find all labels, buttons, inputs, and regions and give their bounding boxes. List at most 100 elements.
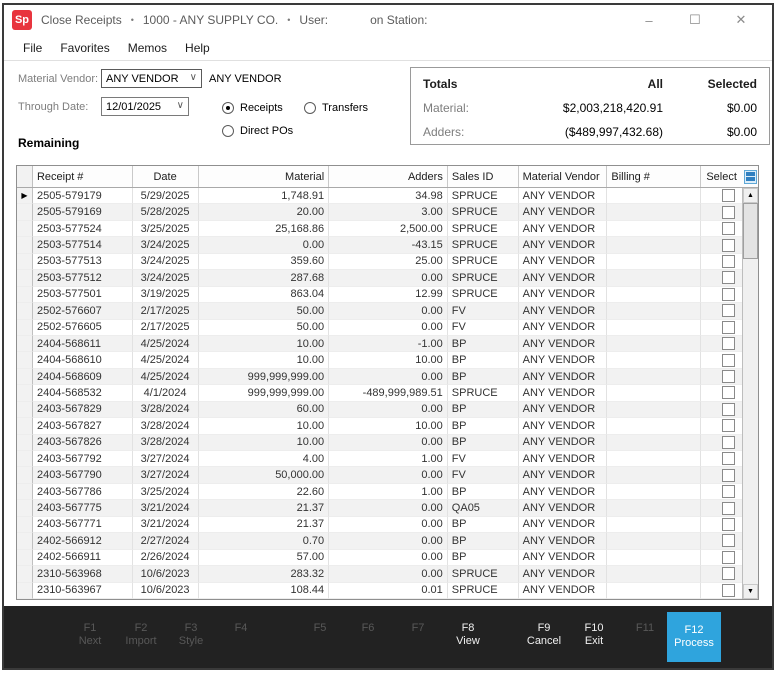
- select-checkbox[interactable]: [722, 320, 736, 334]
- cell-material[interactable]: 10.00: [198, 434, 330, 451]
- grid-header-billing[interactable]: Billing #: [607, 166, 702, 187]
- cell-material[interactable]: 108.44: [198, 582, 330, 599]
- cell-material-vendor[interactable]: ANY VENDOR: [518, 467, 608, 484]
- cell-receipt[interactable]: 2310-563968: [32, 566, 133, 583]
- cell-adders[interactable]: 0.00: [329, 516, 448, 534]
- row-selector-cell[interactable]: [17, 286, 33, 304]
- cell-material-vendor[interactable]: ANY VENDOR: [518, 220, 608, 238]
- select-checkbox[interactable]: [722, 550, 736, 564]
- row-selector-cell[interactable]: [17, 237, 33, 254]
- grid-options-button[interactable]: [742, 166, 758, 187]
- cell-receipt[interactable]: 2403-567827: [32, 418, 133, 435]
- radio-receipts[interactable]: Receipts: [222, 102, 283, 114]
- menu-memos[interactable]: Memos: [119, 37, 176, 59]
- cell-billing[interactable]: [607, 483, 702, 501]
- cell-receipt[interactable]: 2403-567771: [32, 516, 133, 534]
- table-row[interactable]: 2403-567771 3/21/2024 21.37 0.00 BP ANY …: [17, 516, 742, 534]
- table-row[interactable]: 2403-567827 3/28/2024 10.00 10.00 BP ANY…: [17, 418, 742, 435]
- cell-sales-id[interactable]: SPRUCE: [447, 220, 519, 238]
- cell-date[interactable]: 2/26/2024: [132, 549, 199, 567]
- table-row[interactable]: 2403-567775 3/21/2024 21.37 0.00 QA05 AN…: [17, 500, 742, 517]
- cell-material-vendor[interactable]: ANY VENDOR: [518, 335, 608, 353]
- cell-receipt[interactable]: 2503-577513: [32, 253, 133, 271]
- table-row[interactable]: 2505-579169 5/28/2025 20.00 3.00 SPRUCE …: [17, 204, 742, 221]
- cell-material[interactable]: 21.37: [198, 516, 330, 534]
- fkey-f8-view[interactable]: F8 View: [441, 622, 495, 648]
- scroll-up-icon[interactable]: ▲: [743, 188, 758, 203]
- cell-billing[interactable]: [607, 549, 702, 567]
- cell-receipt[interactable]: 2502-576607: [32, 303, 133, 320]
- grid-header-material[interactable]: Material: [199, 166, 330, 187]
- cell-sales-id[interactable]: SPRUCE: [447, 385, 519, 402]
- select-checkbox[interactable]: [722, 583, 736, 597]
- row-selector-cell[interactable]: [17, 319, 33, 336]
- cell-material-vendor[interactable]: ANY VENDOR: [518, 204, 608, 221]
- select-checkbox[interactable]: [722, 534, 736, 548]
- cell-receipt[interactable]: 2403-567826: [32, 434, 133, 451]
- cell-adders[interactable]: 10.00: [329, 418, 448, 435]
- cell-adders[interactable]: 0.00: [329, 566, 448, 583]
- cell-billing[interactable]: [607, 533, 702, 550]
- row-selector-cell[interactable]: [17, 582, 33, 599]
- grid-header-select[interactable]: Select: [701, 166, 742, 187]
- grid-vertical-scrollbar[interactable]: ▲ ▼: [742, 188, 758, 599]
- cell-adders[interactable]: 0.00: [329, 270, 448, 287]
- cell-billing[interactable]: [607, 467, 702, 484]
- cell-date[interactable]: 2/27/2024: [132, 533, 199, 550]
- maximize-icon[interactable]: ☐: [672, 12, 718, 28]
- cell-material[interactable]: 50.00: [198, 303, 330, 320]
- cell-adders[interactable]: 0.00: [329, 500, 448, 517]
- cell-billing[interactable]: [607, 368, 702, 386]
- cell-date[interactable]: 3/27/2024: [132, 451, 199, 468]
- cell-date[interactable]: 4/1/2024: [132, 385, 199, 402]
- row-selector-cell[interactable]: [17, 352, 33, 369]
- cell-material-vendor[interactable]: ANY VENDOR: [518, 188, 608, 205]
- cell-receipt[interactable]: 2505-579169: [32, 204, 133, 221]
- cell-material[interactable]: 0.70: [198, 533, 330, 550]
- cell-material-vendor[interactable]: ANY VENDOR: [518, 270, 608, 287]
- cell-date[interactable]: 5/28/2025: [132, 204, 199, 221]
- cell-adders[interactable]: 10.00: [329, 352, 448, 369]
- cell-sales-id[interactable]: SPRUCE: [447, 270, 519, 287]
- cell-sales-id[interactable]: SPRUCE: [447, 204, 519, 221]
- cell-material-vendor[interactable]: ANY VENDOR: [518, 483, 608, 501]
- cell-date[interactable]: 3/19/2025: [132, 286, 199, 304]
- cell-material[interactable]: 22.60: [198, 483, 330, 501]
- cell-date[interactable]: 10/6/2023: [132, 566, 199, 583]
- row-selector-cell[interactable]: [17, 270, 33, 287]
- cell-receipt[interactable]: 2503-577512: [32, 270, 133, 287]
- cell-adders[interactable]: 0.01: [329, 582, 448, 599]
- cell-sales-id[interactable]: FV: [447, 451, 519, 468]
- cell-material[interactable]: 20.00: [198, 204, 330, 221]
- cell-material[interactable]: 283.32: [198, 566, 330, 583]
- row-selector-cell[interactable]: [17, 434, 33, 451]
- table-row[interactable]: 2404-568610 4/25/2024 10.00 10.00 BP ANY…: [17, 352, 742, 369]
- cell-adders[interactable]: 1.00: [329, 483, 448, 501]
- row-selector-cell[interactable]: [17, 566, 33, 583]
- row-selector-cell[interactable]: [17, 516, 33, 534]
- cell-date[interactable]: 3/28/2024: [132, 434, 199, 451]
- cell-billing[interactable]: [607, 401, 702, 419]
- cell-material-vendor[interactable]: ANY VENDOR: [518, 237, 608, 254]
- grid-header-receipt[interactable]: Receipt #: [33, 166, 133, 187]
- cell-material-vendor[interactable]: ANY VENDOR: [518, 253, 608, 271]
- cell-billing[interactable]: [607, 335, 702, 353]
- cell-material-vendor[interactable]: ANY VENDOR: [518, 286, 608, 304]
- scrollbar-thumb[interactable]: [743, 203, 758, 259]
- table-row[interactable]: 2503-577513 3/24/2025 359.60 25.00 SPRUC…: [17, 253, 742, 271]
- cell-material[interactable]: 10.00: [198, 418, 330, 435]
- table-row[interactable]: 2404-568609 4/25/2024 999,999,999.00 0.0…: [17, 368, 742, 386]
- select-checkbox[interactable]: [722, 304, 736, 318]
- cell-material-vendor[interactable]: ANY VENDOR: [518, 500, 608, 517]
- cell-adders[interactable]: 34.98: [329, 188, 448, 205]
- cell-receipt[interactable]: 2403-567792: [32, 451, 133, 468]
- cell-billing[interactable]: [607, 451, 702, 468]
- cell-adders[interactable]: 0.00: [329, 434, 448, 451]
- cell-billing[interactable]: [607, 188, 702, 205]
- menu-favorites[interactable]: Favorites: [51, 37, 118, 59]
- grid-header-material-vendor[interactable]: Material Vendor: [519, 166, 608, 187]
- cell-billing[interactable]: [607, 434, 702, 451]
- cell-date[interactable]: 3/28/2024: [132, 401, 199, 419]
- select-checkbox[interactable]: [722, 287, 736, 301]
- cell-receipt[interactable]: 2403-567790: [32, 467, 133, 484]
